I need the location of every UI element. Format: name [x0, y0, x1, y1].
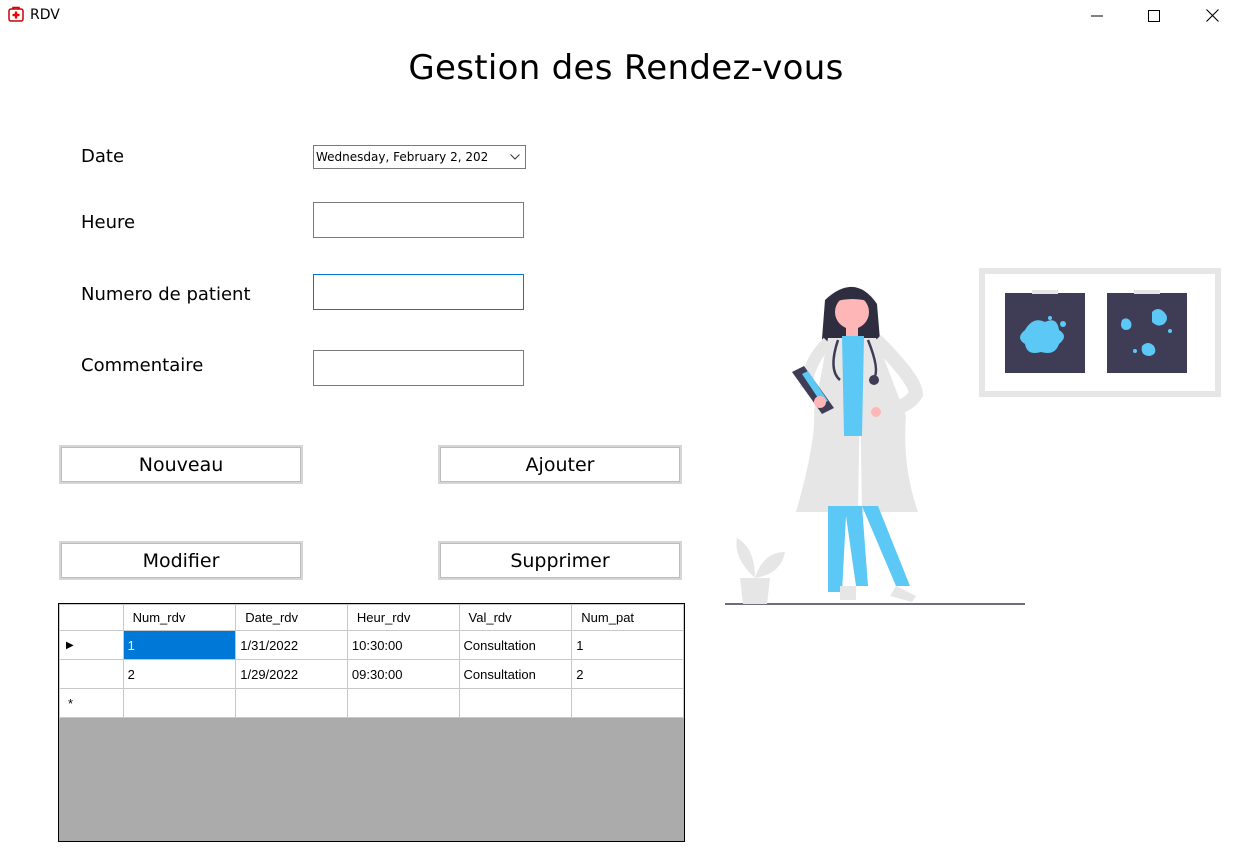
maximize-button[interactable]	[1125, 0, 1183, 31]
table-cell[interactable]: 1/29/2022	[235, 659, 348, 689]
table-cell[interactable]: 1/31/2022	[235, 630, 348, 660]
date-picker[interactable]: Wednesday, February 2, 202	[313, 145, 526, 169]
title-bar: RDV	[0, 0, 1236, 31]
date-label: Date	[81, 146, 125, 167]
table-header-row: Num_rdv Date_rdv Heur_rdv Val_rdv Num_pa…	[59, 604, 684, 631]
table-row[interactable]: 2 1/29/2022 09:30:00 Consultation 2	[59, 659, 684, 689]
patient-number-input[interactable]	[313, 274, 524, 310]
new-row[interactable]: *	[59, 688, 684, 718]
table-cell[interactable]: 10:30:00	[346, 630, 460, 660]
patient-number-label: Numero de patient	[81, 284, 251, 305]
close-button[interactable]	[1183, 0, 1236, 31]
table-cell[interactable]: 1	[122, 630, 237, 660]
table-cell[interactable]	[346, 688, 460, 718]
minimize-button[interactable]	[1068, 0, 1126, 31]
column-header-date-rdv[interactable]: Date_rdv	[235, 604, 348, 631]
table-cell[interactable]: 2	[571, 659, 684, 689]
date-picker-value: Wednesday, February 2, 202	[316, 150, 489, 164]
minimize-icon	[1091, 15, 1103, 16]
modifier-button[interactable]: Modifier	[59, 541, 303, 580]
medical-cross-icon	[8, 6, 24, 22]
appointments-table: Num_rdv Date_rdv Heur_rdv Val_rdv Num_pa…	[59, 604, 684, 718]
doctor-figure	[792, 286, 924, 602]
nouveau-button[interactable]: Nouveau	[59, 445, 303, 484]
column-header-val-rdv[interactable]: Val_rdv	[458, 604, 573, 631]
row-header-corner	[59, 604, 124, 631]
window-title: RDV	[30, 7, 60, 23]
column-header-num-pat[interactable]: Num_pat	[571, 604, 684, 631]
table-cell[interactable]	[458, 688, 573, 718]
table-cell[interactable]	[235, 688, 348, 718]
new-row-indicator-icon[interactable]: *	[59, 688, 124, 718]
chevron-down-icon[interactable]	[508, 146, 522, 168]
table-cell[interactable]: 09:30:00	[346, 659, 460, 689]
table-cell[interactable]	[571, 688, 684, 718]
supprimer-button[interactable]: Supprimer	[438, 541, 682, 580]
page-title: Gestion des Rendez-vous	[408, 48, 844, 88]
column-header-heur-rdv[interactable]: Heur_rdv	[346, 604, 460, 631]
appointments-grid[interactable]: Num_rdv Date_rdv Heur_rdv Val_rdv Num_pa…	[58, 603, 685, 842]
table-cell[interactable]: 2	[122, 659, 237, 689]
column-header-num-rdv[interactable]: Num_rdv	[122, 604, 237, 631]
heure-label: Heure	[81, 212, 136, 233]
table-cell[interactable]	[122, 688, 237, 718]
row-header[interactable]	[59, 659, 124, 689]
heure-input[interactable]	[313, 202, 524, 238]
table-cell[interactable]: Consultation	[458, 630, 573, 660]
doctor-illustration	[725, 268, 1221, 605]
ajouter-button[interactable]: Ajouter	[438, 445, 682, 484]
xray-panel-right	[1107, 293, 1187, 373]
table-cell[interactable]: 1	[571, 630, 684, 660]
table-row[interactable]: ▶ 1 1/31/2022 10:30:00 Consultation 1	[59, 630, 684, 660]
plant	[736, 538, 785, 604]
commentaire-label: Commentaire	[81, 355, 204, 376]
table-cell[interactable]: Consultation	[458, 659, 573, 689]
commentaire-input[interactable]	[313, 350, 524, 386]
current-row-indicator-icon[interactable]: ▶	[59, 630, 124, 660]
maximize-icon	[1148, 9, 1160, 22]
close-icon	[1205, 9, 1219, 22]
